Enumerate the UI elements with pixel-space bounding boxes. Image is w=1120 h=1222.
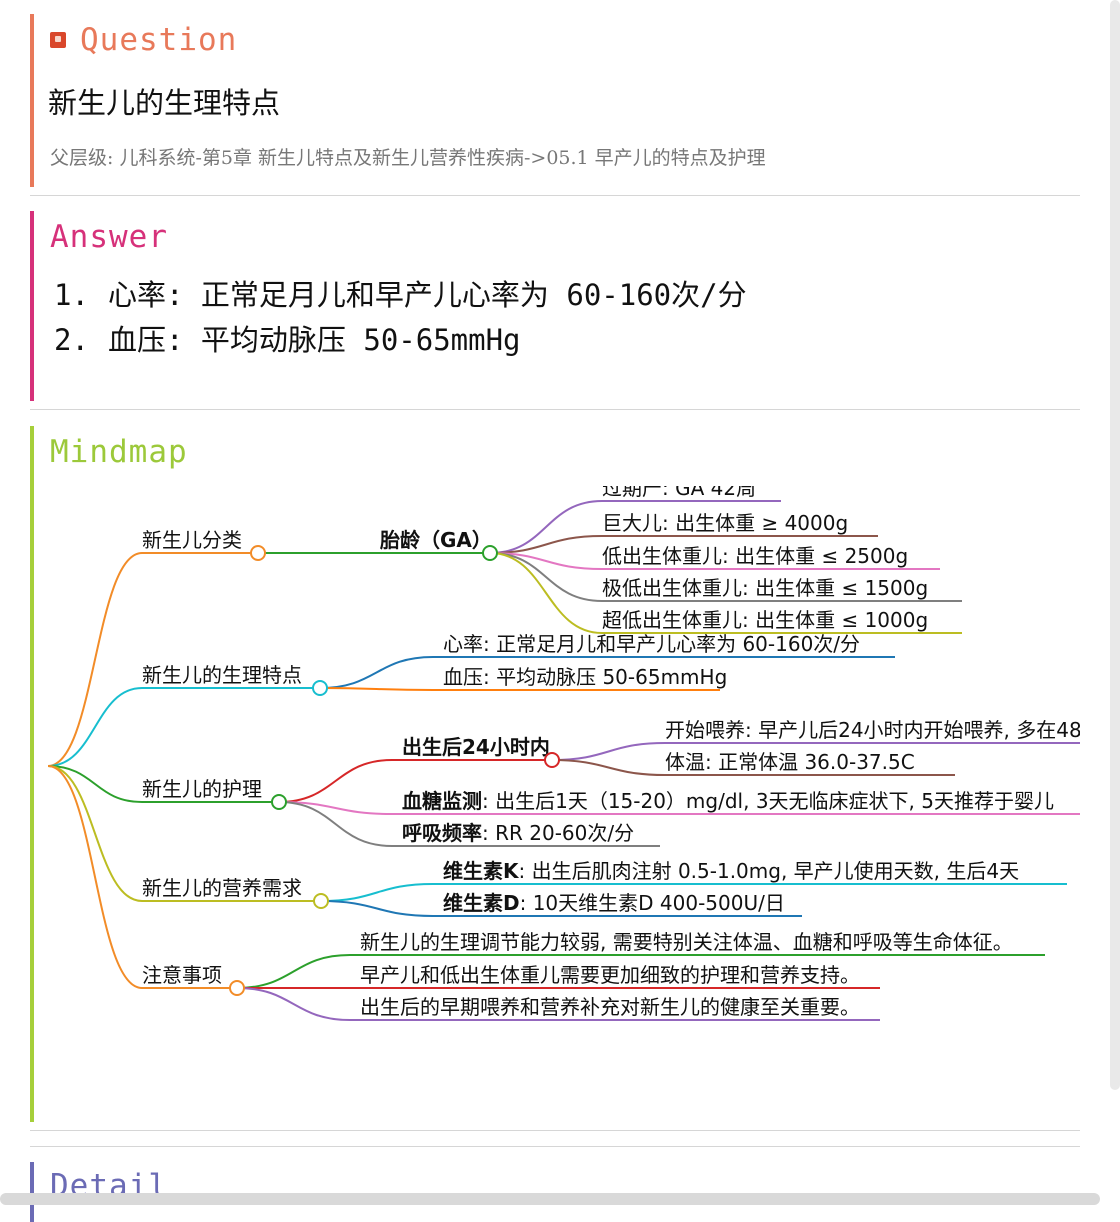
mindmap-child-label: 出生后的早期喂养和营养补充对新生儿的健康至关重要。 — [360, 995, 860, 1019]
mindmap-leaf-label: 过期产: GA 42周 — [602, 486, 756, 500]
mindmap-branch-line — [47, 687, 143, 767]
mindmap-child-line — [319, 656, 434, 689]
mindmap-leaf-line — [551, 742, 666, 761]
mindmap-child-line — [236, 987, 351, 1021]
mindmap-leaf-label: 极低出生体重儿: 出生体重 ≤ 1500g — [602, 576, 928, 600]
answer-list: 1. 心率: 正常足月儿和早产儿心率为 60-160次/分 2. 血压: 平均动脉压… — [54, 273, 747, 363]
mindmap-child-line — [236, 954, 351, 989]
mindmap-child-label: 维生素D: 10天维生素D 400-500U/日 — [443, 891, 785, 915]
mindmap-node-knob — [482, 545, 498, 561]
mindmap-node-knob — [312, 680, 328, 696]
mindmap-card: Mindmap 新生儿分类 胎龄（GA） 过期产: GA 42周巨大儿: 出生体重 … — [30, 426, 1080, 1122]
mindmap-child-line — [320, 900, 434, 917]
node-label-rest: : 出生后肌肉注射 0.5-1.0mg, 早产儿使用天数, 生后4天 — [519, 859, 1020, 883]
mindmap-child-label: 维生素K: 出生后肌肉注射 0.5-1.0mg, 早产儿使用天数, 生后4天 — [443, 859, 1019, 883]
mindmap-child-label: 心率: 正常足月儿和早产儿心率为 60-160次/分 — [443, 632, 860, 656]
divider — [30, 1146, 1080, 1147]
node-label-rest: : RR 20-60次/分 — [482, 821, 634, 845]
node-label-bold: 呼吸频率 — [402, 821, 482, 845]
answer-item: 1. 心率: 正常足月儿和早产儿心率为 60-160次/分 — [54, 278, 747, 312]
mindmap-node-knob — [250, 545, 266, 561]
node-label-rest: : 10天维生素D 400-500U/日 — [520, 891, 785, 915]
node-label-rest: : 出生后1天（15-20）mg/dl, 3天无临床症状下, 5天推荐于婴儿 — [482, 789, 1054, 813]
mindmap-leaf-line — [551, 759, 666, 776]
mindmap-child-label: 早产儿和低出生体重儿需要更加细致的护理和营养支持。 — [360, 963, 860, 987]
divider — [30, 195, 1080, 196]
mindmap-leaf-label: 开始喂养: 早产儿后24小时内开始喂养, 多在48小时内 — [665, 718, 1080, 742]
mindmap-child-label: 出生后24小时内 — [402, 735, 550, 759]
mindmap-branch-label: 新生儿分类 — [142, 528, 242, 552]
mindmap-child-label: 呼吸频率: RR 20-60次/分 — [402, 821, 634, 845]
vertical-scrollbar[interactable] — [1110, 0, 1120, 1090]
mindmap-branch-label: 新生儿的生理特点 — [142, 663, 302, 687]
answer-heading: Answer — [50, 219, 168, 255]
divider — [30, 1130, 1080, 1131]
question-heading: Question — [50, 22, 237, 58]
mindmap-leaf-label: 巨大儿: 出生体重 ≥ 4000g — [602, 511, 848, 535]
mindmap-branch-line — [47, 765, 143, 989]
mindmap-branch-label: 注意事项 — [142, 963, 222, 987]
mindmap-node-knob — [271, 794, 287, 810]
mindmap-node-knob — [313, 893, 329, 909]
detail-card: Detail — [30, 1162, 1080, 1222]
mindmap-child-line — [319, 687, 434, 691]
node-label-bold: 维生素K — [443, 859, 520, 883]
question-card: Question 新生儿的生理特点 父层级: 儿科系统-第5章 新生儿特点及新生… — [30, 14, 1080, 187]
node-label-bold: 维生素D — [443, 891, 520, 915]
answer-card: Answer 1. 心率: 正常足月儿和早产儿心率为 60-160次/分 2. 血压… — [30, 211, 1080, 401]
answer-item: 2. 血压: 平均动脉压 50-65mmHg — [54, 323, 521, 357]
mindmap-child-label: 新生儿的生理调节能力较弱, 需要特别关注体温、血糖和呼吸等生命体征。 — [360, 930, 1013, 954]
mindmap-node-knob — [229, 980, 245, 996]
question-book-icon — [50, 32, 66, 48]
mindmap-branch-label: 新生儿的营养需求 — [142, 876, 302, 900]
mindmap-child-line — [320, 883, 434, 902]
node-label-bold: 血糖监测 — [402, 789, 482, 813]
mindmap-leaf-line — [489, 552, 603, 634]
question-title: 新生儿的生理特点 — [48, 86, 281, 120]
mindmap-node-knob — [544, 752, 560, 768]
mindmap-leaf-label: 体温: 正常体温 36.0-37.5C — [665, 750, 915, 774]
detail-accent-bar — [30, 1162, 34, 1222]
mindmap-diagram: 新生儿分类 胎龄（GA） 过期产: GA 42周巨大儿: 出生体重 ≥ 4000g 低… — [47, 486, 1080, 1021]
question-accent-bar — [30, 14, 34, 187]
horizontal-scrollbar[interactable] — [0, 1193, 1100, 1205]
divider — [30, 409, 1080, 410]
mindmap-branch-label: 新生儿的护理 — [142, 777, 262, 801]
mindmap-child-line — [278, 759, 393, 803]
mindmap-leaf-label: 超低出生体重儿: 出生体重 ≤ 1000g — [602, 608, 928, 632]
mindmap-child-label: 血糖监测: 出生后1天（15-20）mg/dl, 3天无临床症状下, 5天推荐于… — [402, 789, 1054, 813]
mindmap-child-label: 血压: 平均动脉压 50-65mmHg — [443, 665, 727, 689]
mindmap-heading: Mindmap — [50, 434, 188, 470]
mindmap-child-label: 胎龄（GA） — [379, 528, 492, 552]
question-parent-path: 父层级: 儿科系统-第5章 新生儿特点及新生儿营养性疾病->05.1 早产儿的特… — [50, 147, 766, 169]
mindmap-leaf-label: 低出生体重儿: 出生体重 ≤ 2500g — [602, 544, 908, 568]
answer-accent-bar — [30, 211, 34, 401]
mindmap-branch-line — [47, 552, 143, 767]
